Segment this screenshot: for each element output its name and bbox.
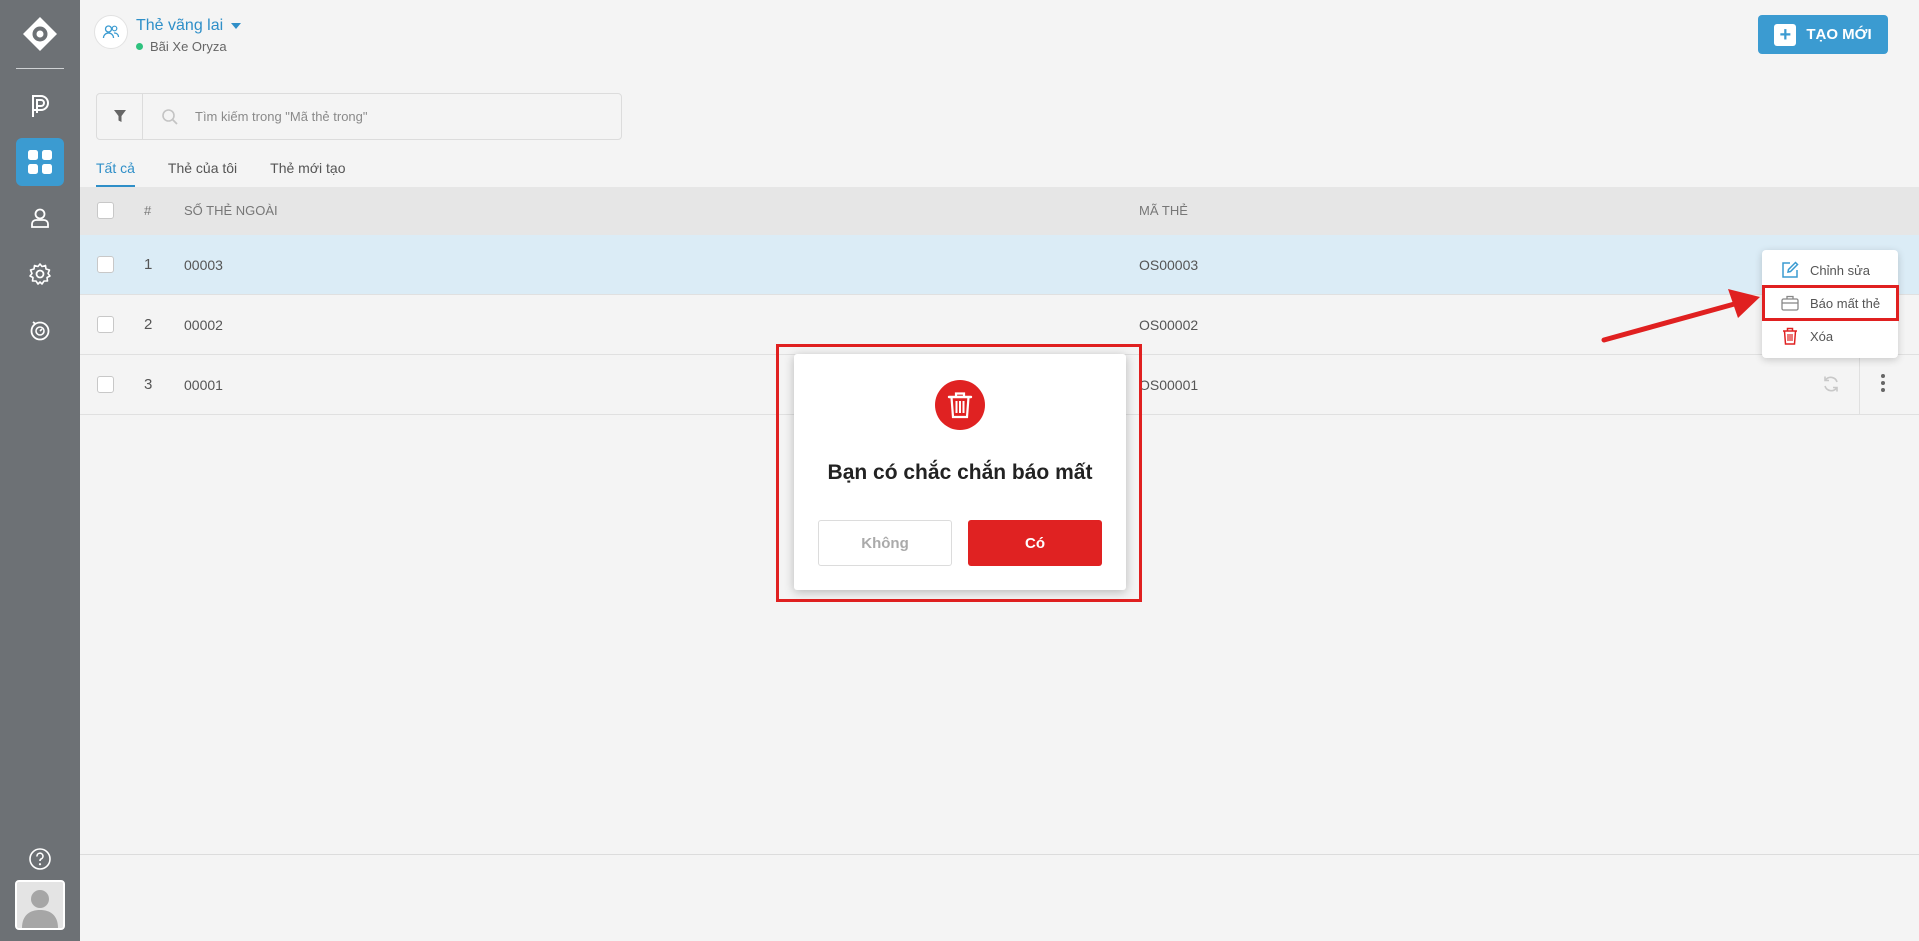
row-number: 1 — [144, 256, 153, 273]
row-number: 2 — [144, 316, 153, 333]
row-external-number: 00003 — [184, 257, 223, 273]
trash-icon — [1780, 327, 1800, 345]
group-icon — [94, 15, 128, 49]
row-external-number: 00002 — [184, 317, 223, 333]
menu-item-delete-label: Xóa — [1810, 328, 1834, 344]
timer-icon — [30, 321, 50, 341]
row-checkbox[interactable] — [97, 316, 114, 333]
app-logo-icon[interactable] — [22, 16, 58, 52]
confirm-dialog: Bạn có chắc chắn báo mất Không Có — [794, 354, 1126, 590]
sidebar-divider — [16, 68, 64, 69]
cancel-button[interactable]: Không — [818, 520, 952, 566]
row-card-code: OS00001 — [1139, 377, 1199, 393]
menu-item-edit[interactable]: Chỉnh sửa — [1762, 255, 1898, 285]
tab-bar: Tất cả Thẻ của tôi Thẻ mới tạo — [96, 160, 346, 187]
sidebar — [0, 0, 80, 941]
row-external-number: 00001 — [184, 377, 223, 393]
create-new-label: TẠO MỚI — [1806, 26, 1872, 43]
tab-new-cards[interactable]: Thẻ mới tạo — [270, 160, 345, 187]
sidebar-item-dashboard[interactable] — [16, 138, 64, 186]
location-label: Bãi Xe Oryza — [150, 39, 227, 54]
create-new-button[interactable]: + TẠO MỚI — [1758, 15, 1888, 54]
column-card-code[interactable]: MÃ THẺ — [1139, 203, 1188, 218]
row-checkbox[interactable] — [97, 256, 114, 273]
trash-icon — [935, 380, 985, 430]
avatar[interactable] — [15, 880, 65, 930]
row-number: 3 — [144, 376, 153, 393]
user-icon — [31, 208, 49, 228]
row-card-code: OS00002 — [1139, 317, 1199, 333]
select-all-checkbox[interactable] — [97, 202, 114, 219]
help-icon[interactable] — [28, 847, 52, 871]
sidebar-item-history[interactable] — [16, 306, 64, 354]
confirm-button[interactable]: Có — [968, 520, 1102, 566]
highlight-box — [1762, 285, 1899, 321]
tab-all[interactable]: Tất cả — [96, 160, 135, 187]
grid-icon — [28, 150, 52, 174]
more-vertical-icon[interactable] — [1880, 371, 1886, 395]
dialog-title: Bạn có chắc chắn báo mất — [827, 461, 1093, 484]
page-title-dropdown[interactable]: Thẻ vãng lai — [136, 17, 242, 35]
column-number: # — [144, 203, 152, 218]
filter-button[interactable] — [97, 94, 143, 139]
sidebar-item-settings[interactable] — [16, 250, 64, 298]
menu-item-edit-label: Chỉnh sửa — [1810, 262, 1871, 278]
gear-icon — [29, 263, 51, 285]
plus-icon: + — [1774, 23, 1797, 46]
location-status: Bãi Xe Oryza — [136, 39, 227, 54]
sync-icon[interactable] — [1822, 375, 1840, 393]
filter-icon — [113, 110, 126, 122]
tab-my-cards[interactable]: Thẻ của tôi — [168, 160, 237, 187]
sidebar-item-parking[interactable] — [16, 82, 64, 130]
parking-icon — [32, 95, 49, 117]
annotation-arrow-icon — [1601, 289, 1760, 343]
row-action-divider — [1859, 355, 1860, 415]
table-header: # SỐ THẺ NGOÀI MÃ THẺ — [80, 187, 1919, 235]
search-input[interactable]: Tìm kiếm trong "Mã thẻ trong" — [195, 109, 368, 124]
page-title: Thẻ vãng lai — [136, 17, 224, 34]
page-header: Thẻ vãng lai Bãi Xe Oryza + TẠO MỚI — [80, 0, 1919, 70]
column-external-number[interactable]: SỐ THẺ NGOÀI — [184, 203, 278, 218]
online-status-dot — [136, 43, 143, 50]
footer-divider — [80, 854, 1919, 855]
search-bar: Tìm kiếm trong "Mã thẻ trong" — [96, 93, 622, 140]
caret-down-icon — [231, 23, 242, 29]
sidebar-item-users[interactable] — [16, 194, 64, 242]
menu-item-delete[interactable]: Xóa — [1762, 321, 1898, 351]
search-icon — [162, 109, 178, 125]
edit-icon — [1780, 261, 1800, 279]
row-card-code: OS00003 — [1139, 257, 1199, 273]
row-checkbox[interactable] — [97, 376, 114, 393]
table-row[interactable]: 1 00003 OS00003 — [80, 235, 1919, 295]
